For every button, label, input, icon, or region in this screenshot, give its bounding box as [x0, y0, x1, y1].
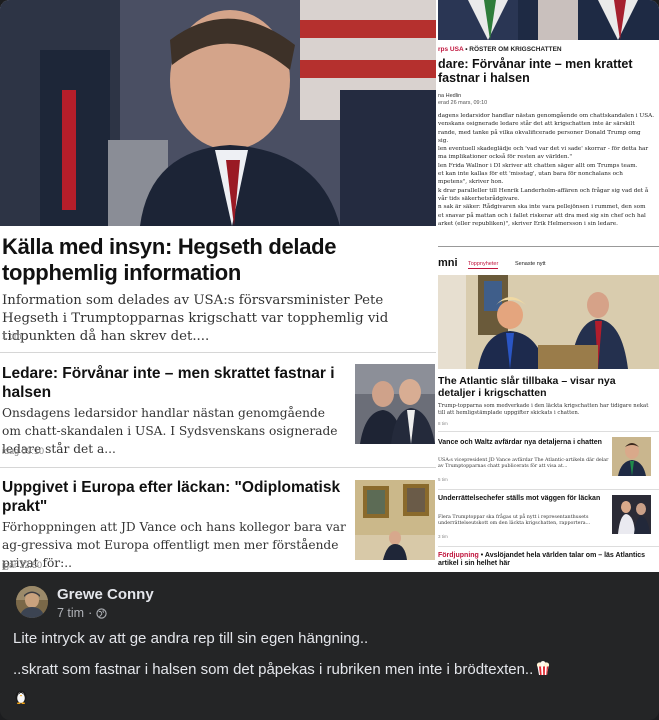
- main-story-timestamp: 8 tim: [438, 421, 448, 426]
- news-collage-image[interactable]: Källa med insyn: Hegseth delade toppheml…: [0, 0, 659, 572]
- body-line: rande, med tanke på vilka okvalificerade…: [438, 129, 641, 136]
- popcorn-emoji-icon: [535, 660, 551, 676]
- article-top-photo: [438, 0, 659, 40]
- left-news-screenshot: Källa med insyn: Hegseth delade toppheml…: [0, 0, 436, 572]
- hero-photo: [0, 0, 436, 226]
- post-time[interactable]: 7 tim: [57, 606, 84, 620]
- right-top-news-screenshot: rps USA • RÖSTER OM KRIGSCHATTEN dare: F…: [438, 0, 659, 244]
- story-headline-2: Uppgivet i Europa efter läckan: "Odiplom…: [2, 479, 341, 515]
- main-story-lead: Trump-topparna som medverkade i den läck…: [438, 403, 649, 416]
- body-line: et snavar på mattan och i fallet riskera…: [438, 212, 646, 219]
- body-line: sig.: [438, 137, 449, 144]
- list-item-timestamp-2: 3 tim: [438, 534, 448, 539]
- list-item-headline-1: Vance och Waltz avfärdar nya detaljerna …: [438, 439, 602, 446]
- story-thumbnail-1: [355, 364, 435, 444]
- post-meta: 7 tim ·: [57, 606, 107, 620]
- article-headline: dare: Förvånar inte – men krattet fastna…: [438, 57, 633, 85]
- list-item-thumbnail-2: [612, 495, 651, 534]
- author-avatar[interactable]: [16, 586, 48, 618]
- tab-toppnyheter: Toppnyheter: [468, 261, 499, 269]
- article-date: erad 26 mars, 09:10: [438, 100, 488, 106]
- list-item-lead-2: Flera Trumptoppar ska frågas ut på nytt …: [438, 515, 591, 527]
- hero-lead-text: Information som delades av USA:s försvar…: [2, 293, 389, 344]
- article-body: dagens ledarsidor handlar nästan genomgå…: [438, 112, 657, 228]
- post-body: Grewe Conny 7 tim · Lite intryck av att …: [0, 572, 659, 720]
- list-item-timestamp-1: 5 tim: [438, 477, 448, 482]
- body-line: arket (eller republiken)", skriver Erik …: [438, 220, 618, 227]
- story-timestamp-2: igår 22:50: [2, 560, 43, 570]
- story-timestamp-1: idag 09:10: [2, 446, 45, 456]
- body-line: k drar paralleller till Henrik Landerhol…: [438, 187, 649, 194]
- deep-dive-kicker: Fördjupning: [438, 552, 479, 559]
- main-story-headline: The Atlantic slår tillbaka – visar nya d…: [438, 375, 616, 399]
- article-kicker: rps USA • RÖSTER OM KRIGSCHATTEN: [438, 46, 562, 53]
- body-line: n sak är säker: Rådgivaren ska inte vara…: [438, 204, 646, 211]
- meta-separator: ·: [88, 606, 93, 620]
- list-item-thumbnail-1: [612, 437, 651, 476]
- story-lead-1: Onsdagens ledarsidor handlar nästan geno…: [2, 406, 338, 456]
- post-text-line-2-content: ..skratt som fastnar i halsen som det på…: [13, 661, 534, 678]
- body-line: dagens ledarsidor handlar nästan genomgå…: [438, 113, 655, 119]
- article-author: na Hedlin: [438, 93, 462, 99]
- story-divider: [0, 352, 436, 353]
- hero-headline: Källa med insyn: Hegseth delade toppheml…: [2, 234, 337, 285]
- deep-dive-link: Fördjupning • Avslöjandet hela världen t…: [438, 552, 657, 569]
- body-line: mpetens", skriver hon.: [438, 179, 504, 186]
- body-line: vår tids säkerhetsrådgivare.: [438, 195, 520, 202]
- right-bottom-news-screenshot: mni Toppnyheter Senaste nytt The Atlanti…: [438, 246, 659, 572]
- post-text-line-1: Lite intryck av att ge andra rep till si…: [13, 630, 369, 647]
- post-text-line-2: ..skratt som fastnar i halsen som det på…: [13, 660, 551, 678]
- list-item-headline-2: Underrättelsechefer ställs mot väggen fö…: [438, 495, 601, 502]
- list-item-lead-1: USA:s vicepresident JD Vance avfärdar Th…: [438, 458, 609, 470]
- body-line: et kan inte kallas för ett 'misstag', ut…: [438, 171, 623, 178]
- app-logo: mni: [438, 257, 458, 269]
- body-line: ma implikationer också för resten av vär…: [438, 154, 573, 161]
- story-thumbnail-2: [355, 480, 435, 560]
- body-line: len Frida Wallnor i DI skriver att chatt…: [438, 162, 638, 169]
- story-headline-1: Ledare: Förvånar inte – men skrattet fas…: [2, 365, 335, 401]
- app-header: mni Toppnyheter Senaste nytt: [438, 257, 659, 275]
- tab-senaste-nytt: Senaste nytt: [515, 261, 546, 267]
- globe-icon[interactable]: [96, 607, 107, 619]
- body-line: len eventuell skadeglädje och 'vad var d…: [438, 146, 649, 153]
- list-divider: [438, 431, 659, 432]
- kicker-rest: • RÖSTER OM KRIGSCHATTEN: [463, 46, 562, 53]
- hero-timestamp: 1 tim: [2, 331, 22, 341]
- story-lead-2: Förhoppningen att JD Vance och hans koll…: [2, 520, 346, 570]
- kicker-accent: rps USA: [438, 46, 464, 53]
- list-divider: [438, 489, 659, 490]
- author-name[interactable]: Grewe Conny: [57, 586, 154, 603]
- story-divider: [0, 467, 436, 468]
- list-divider: [438, 546, 659, 547]
- body-line: venskans osignerade ledare står det att …: [438, 121, 635, 128]
- facebook-post-card: Källa med insyn: Hegseth delade toppheml…: [0, 0, 659, 720]
- penguin-emoji-icon: [13, 688, 29, 704]
- main-story-photo: [438, 275, 659, 369]
